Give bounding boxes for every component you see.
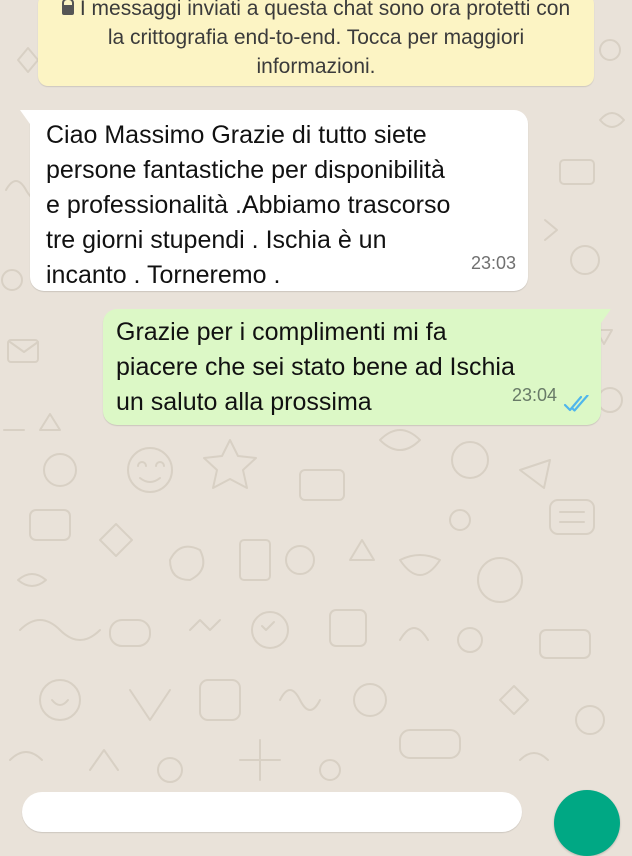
lock-icon — [61, 0, 74, 15]
message-timestamp: 23:04 — [511, 385, 557, 405]
incoming-message-bubble[interactable]: Ciao Massimo Grazie di tutto siete perso… — [20, 110, 528, 291]
encryption-notice[interactable]: I messaggi inviati a questa chat sono or… — [38, 0, 594, 86]
send-button-icon[interactable] — [554, 790, 620, 856]
message-timestamp: 23:03 — [470, 253, 516, 273]
encryption-notice-text: I messaggi inviati a questa chat sono or… — [79, 0, 571, 78]
bubble-tail — [601, 309, 611, 323]
bubble-tail — [20, 110, 30, 124]
message-input-bar[interactable] — [22, 792, 522, 832]
message-text: Ciao Massimo Grazie di tutto siete perso… — [46, 121, 451, 289]
double-check-icon — [563, 395, 589, 412]
outgoing-message-bubble[interactable]: Grazie per i complimenti mi fa piacere c… — [103, 309, 611, 425]
